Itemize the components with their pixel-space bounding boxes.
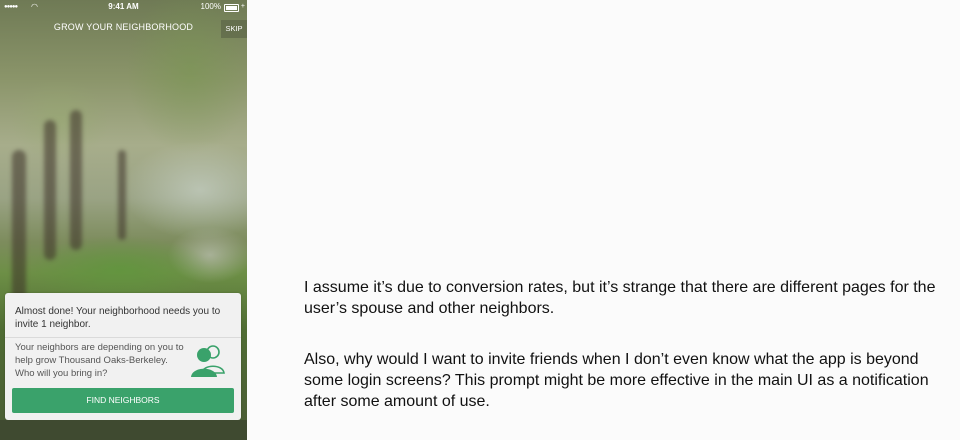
background-strip: [0, 420, 247, 440]
tree-trunk: [12, 150, 26, 300]
tree-trunk: [70, 110, 82, 250]
phone-screenshot: ●●●●● ◠ 9:41 AM 100% + GROW YOUR NEIGHBO…: [0, 0, 247, 440]
invite-card: Almost done! Your neighborhood needs you…: [5, 293, 241, 420]
people-icon: [191, 345, 225, 377]
charging-icon: +: [240, 3, 245, 10]
nav-title: GROW YOUR NEIGHBORHOOD: [53, 22, 194, 32]
find-neighbors-button[interactable]: FIND NEIGHBORS: [12, 388, 234, 413]
tree-trunk: [44, 120, 56, 260]
tree-trunk: [118, 150, 126, 240]
status-bar: ●●●●● ◠ 9:41 AM 100% +: [0, 0, 247, 14]
card-headline: Almost done! Your neighborhood needs you…: [15, 306, 221, 330]
commentary-paragraph: I assume it’s due to conversion rates, b…: [304, 279, 936, 317]
commentary-paragraph: Also, why would I want to invite friends…: [304, 351, 929, 410]
skip-button[interactable]: SKIP: [221, 20, 247, 38]
battery-icon: [224, 4, 239, 12]
card-divider: [5, 337, 241, 338]
battery-percent: 100%: [200, 2, 221, 11]
card-body: Your neighbors are depending on you to h…: [15, 342, 184, 379]
